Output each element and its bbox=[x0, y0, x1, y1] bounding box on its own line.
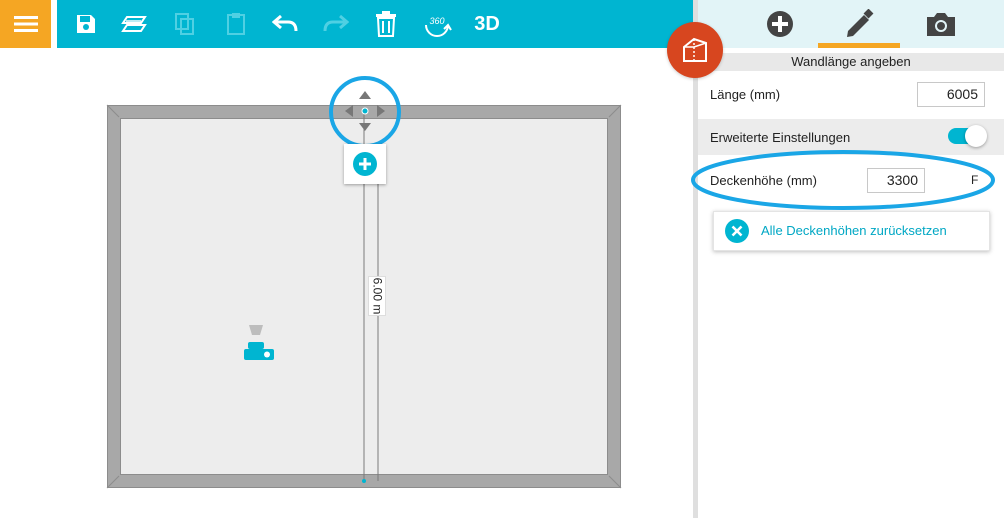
copy-icon bbox=[175, 13, 194, 35]
projector-icon[interactable] bbox=[243, 325, 275, 361]
wall-length-text: 6.00 m bbox=[370, 277, 384, 315]
paste-icon bbox=[227, 13, 245, 35]
toggle-knob bbox=[965, 125, 987, 147]
redo-icon bbox=[323, 14, 349, 32]
move-arrows-icon[interactable] bbox=[343, 89, 387, 133]
reset-ceiling-heights-label: Alle Deckenhöhen zurücksetzen bbox=[761, 223, 947, 238]
camera-icon bbox=[927, 13, 955, 36]
ceiling-height-suffix[interactable]: F bbox=[971, 173, 978, 187]
close-circle-icon bbox=[725, 219, 749, 243]
properties-panel: Wandlänge angeben Länge (mm) 6005 Erweit… bbox=[693, 0, 1004, 518]
copy-button[interactable] bbox=[169, 8, 201, 40]
length-input[interactable]: 6005 bbox=[917, 82, 985, 107]
floorplan-canvas[interactable]: 6.00 m bbox=[0, 48, 693, 518]
app-root: 360 3D 6.00 m Wandlänge angeben Länge (m… bbox=[0, 0, 1004, 518]
add-wall-icon bbox=[353, 152, 377, 176]
view-360-button[interactable]: 360 bbox=[419, 8, 455, 40]
paste-button[interactable] bbox=[220, 8, 252, 40]
advanced-settings-row: Erweiterte Einstellungen bbox=[698, 119, 1004, 155]
view-360-label: 360 bbox=[429, 16, 444, 26]
tab-camera[interactable] bbox=[924, 8, 958, 40]
pencil-icon bbox=[847, 9, 874, 37]
main-toolbar: 360 3D bbox=[57, 0, 693, 48]
redo-button[interactable] bbox=[320, 8, 352, 40]
tab-edit[interactable] bbox=[842, 8, 876, 40]
length-row: Länge (mm) 6005 bbox=[698, 71, 1004, 115]
tab-add[interactable] bbox=[763, 8, 797, 40]
undo-icon bbox=[272, 14, 298, 32]
3d-view-button[interactable]: 3D bbox=[469, 8, 505, 40]
trash-icon bbox=[376, 11, 396, 37]
menu-button[interactable] bbox=[0, 0, 51, 48]
rotate-360-icon: 360 bbox=[425, 16, 452, 37]
delete-button[interactable] bbox=[370, 8, 402, 40]
ceiling-height-label: Deckenhöhe (mm) bbox=[710, 173, 817, 188]
panel-tabs bbox=[698, 0, 1004, 48]
reset-ceiling-heights-button[interactable]: Alle Deckenhöhen zurücksetzen bbox=[713, 211, 990, 251]
add-wall-button[interactable] bbox=[344, 144, 386, 184]
save-icon bbox=[77, 15, 95, 33]
house-3d-button[interactable] bbox=[667, 22, 723, 78]
length-label: Länge (mm) bbox=[710, 87, 781, 102]
add-icon bbox=[767, 11, 793, 37]
advanced-settings-label: Erweiterte Einstellungen bbox=[710, 130, 851, 145]
active-tab-indicator bbox=[818, 43, 900, 48]
wall-length-label: 6.00 m bbox=[368, 276, 386, 316]
save-button[interactable] bbox=[70, 8, 102, 40]
advanced-settings-toggle[interactable] bbox=[948, 125, 987, 147]
ceiling-height-input[interactable]: 3300 bbox=[867, 168, 925, 193]
undo-button[interactable] bbox=[269, 8, 301, 40]
house-3d-icon bbox=[683, 37, 707, 62]
floor-layer-icon bbox=[121, 16, 147, 32]
section-title: Wandlänge angeben bbox=[698, 53, 1004, 71]
ceiling-height-row: Deckenhöhe (mm) 3300 F bbox=[698, 160, 1004, 202]
hamburger-menu-icon bbox=[13, 16, 38, 32]
floor-layer-button[interactable] bbox=[118, 8, 150, 40]
